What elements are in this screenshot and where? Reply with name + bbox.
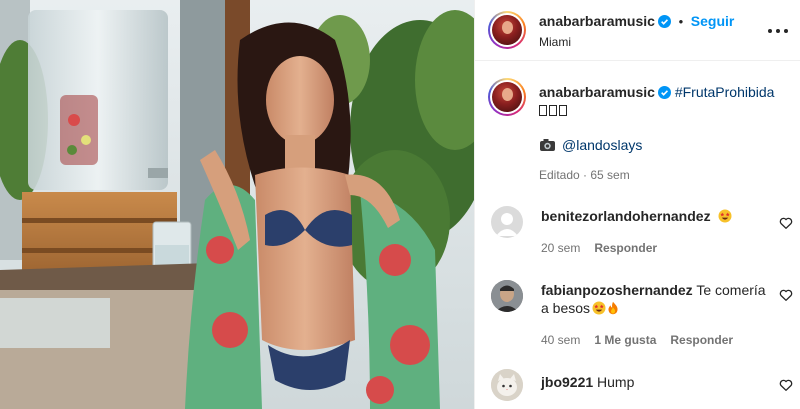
caption-username[interactable]: anabarbaramusic [539, 84, 655, 100]
caption-credit-line: @landoslays [539, 136, 642, 154]
commenter-username[interactable]: fabianpozoshernandez [541, 282, 693, 298]
follow-button[interactable]: Seguir [691, 13, 735, 29]
comment-text: benitezorlandohernandez [541, 207, 773, 225]
caption-emoji-line [539, 102, 567, 120]
commenter-avatar[interactable] [491, 369, 523, 401]
caption-first-line: anabarbaramusic #FrutaProhibida [539, 83, 779, 101]
heart-icon[interactable] [779, 216, 793, 230]
reply-button[interactable]: Responder [594, 241, 657, 255]
cat-photo-icon [491, 369, 523, 401]
caption-avatar[interactable] [488, 78, 526, 116]
star-struck-emoji-icon [718, 209, 732, 223]
comment-time: 40 sem [541, 333, 581, 347]
author-avatar[interactable] [488, 11, 526, 49]
caption-hashtag[interactable]: #FrutaProhibida [675, 84, 775, 100]
comment-time: 20 sem [541, 241, 581, 255]
comment-meta: 20 sem Responder [541, 241, 657, 255]
star-struck-emoji-icon [592, 301, 606, 315]
post-side-panel: anabarbaramusic • Seguir Miami anabarbar… [474, 0, 800, 409]
post-header: anabarbaramusic • Seguir Miami [475, 0, 800, 61]
comment-meta: 40 sem 1 Me gusta Responder [541, 333, 733, 347]
photo-illustration [0, 0, 474, 409]
comment-body: Hump [597, 374, 635, 390]
heart-icon[interactable] [779, 288, 793, 302]
separator-dot: • [678, 14, 684, 29]
commenter-username[interactable]: benitezorlandohernandez [541, 208, 711, 224]
author-username[interactable]: anabarbaramusic [539, 13, 655, 29]
camera-emoji-icon [540, 139, 555, 151]
commenter-username[interactable]: jbo9221 [541, 374, 593, 390]
comment-likes[interactable]: 1 Me gusta [594, 333, 656, 347]
verified-badge-icon [657, 15, 671, 28]
reply-button[interactable]: Responder [670, 333, 733, 347]
author-line: anabarbaramusic • Seguir [539, 13, 734, 29]
post-location[interactable]: Miami [539, 35, 571, 49]
heart-icon[interactable] [779, 378, 793, 392]
verified-badge-icon [657, 86, 671, 99]
caption-mention[interactable]: @landoslays [562, 137, 642, 153]
comment-text: fabianpozoshernandez Te comería a besos [541, 281, 773, 317]
default-avatar-icon [496, 213, 518, 236]
caption-meta: Editado · 65 sem [539, 168, 630, 182]
post-photo[interactable] [0, 0, 474, 409]
commenter-avatar[interactable] [491, 280, 523, 312]
more-options-icon[interactable] [767, 21, 789, 41]
comment-text: jbo9221 Hump [541, 373, 773, 391]
user-photo-icon [491, 280, 523, 312]
commenter-avatar[interactable] [491, 206, 523, 238]
fire-emoji-icon [608, 301, 618, 315]
